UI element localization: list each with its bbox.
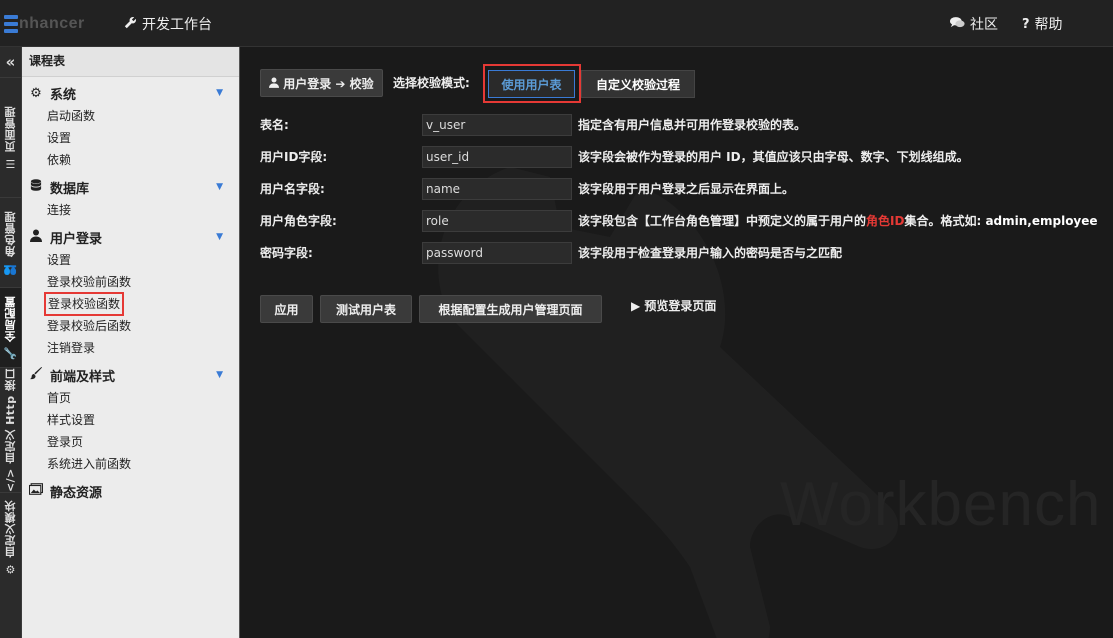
username-desc: 该字段用于用户登录之后显示在界面上。 [578, 182, 795, 196]
group-label: 用户登录 [50, 231, 103, 247]
workbench-watermark: Workbench [780, 470, 1102, 539]
generate-user-page-button[interactable]: 根据配置生成用户管理页面 [419, 295, 602, 323]
group-label: 前端及样式 [50, 369, 116, 385]
password-desc: 该字段用于检查登录用户输入的密码是否与之匹配 [578, 246, 843, 260]
sidebar-item-login-page[interactable]: 登录页 [47, 433, 83, 451]
test-user-table-button[interactable]: 测试用户表 [320, 295, 412, 323]
play-icon: ▶ [631, 299, 641, 313]
group-label: 静态资源 [50, 485, 103, 501]
collapse-sidebar-icon[interactable]: « [0, 47, 21, 77]
field-label-username: 用户名字段: [260, 182, 325, 196]
vertical-tab-strip: « ☰ 页面管理 👥 角色管理 🔧 全局配置 </> 自定义 Http 接口 ⚙… [0, 47, 22, 638]
vtab-page-management[interactable]: ☰ 页面管理 [0, 77, 21, 198]
tab-custom-validation[interactable]: 自定义校验过程 [581, 70, 695, 98]
vtab-label: 页面管理 [3, 106, 17, 153]
logo-mark-icon [4, 15, 18, 33]
wrench-icon [124, 16, 137, 33]
wrench-icon: 🔧 [3, 341, 17, 361]
sidebar-item-post-login-validation[interactable]: 登录校验后函数 [47, 317, 131, 335]
caret-down-icon: ▼ [216, 88, 223, 98]
logo-text: nhancer [19, 15, 85, 32]
community-link[interactable]: 社区 [950, 14, 998, 34]
caret-down-icon: ▼ [216, 370, 223, 380]
role-desc-pre: 该字段包含【工作台角色管理】中预定义的属于用户的 [578, 214, 867, 228]
breadcrumb-part-a: 用户登录 [283, 77, 332, 91]
brush-icon [28, 366, 44, 384]
sidebar-item-home[interactable]: 首页 [47, 389, 71, 407]
sidebar-group-user-login[interactable]: 用户登录 ▼ [28, 228, 233, 247]
field-label-role: 用户角色字段: [260, 214, 337, 228]
password-input[interactable]: password [422, 242, 572, 264]
vtab-label: 全局配置 [3, 295, 17, 342]
group-label: 数据库 [50, 181, 90, 197]
top-bar: nhancer 开发工作台 社区 ? 帮助 [0, 0, 1113, 47]
role-desc-highlight: 角色ID [866, 214, 905, 228]
cubes-icon: ⚙ [3, 557, 17, 576]
vtab-label: 角色管理 [3, 210, 17, 257]
image-icon [28, 483, 44, 499]
group-label: 系统 [50, 87, 77, 103]
app-logo[interactable]: nhancer [4, 13, 85, 35]
caret-down-icon: ▼ [216, 232, 223, 242]
sidebar-item-login-settings[interactable]: 设置 [47, 251, 71, 269]
main-content: Workbench 用户登录 ➔ 校验 选择校验模式: 使用用户表 自定义校验过… [240, 47, 1113, 638]
user-id-input[interactable]: user_id [422, 146, 572, 168]
vtab-global-config[interactable]: 🔧 全局配置 [0, 287, 21, 368]
role-desc-mid: 集合。格式如: [904, 214, 986, 228]
help-link[interactable]: ? 帮助 [1022, 14, 1063, 34]
cogs-icon: ⚙ [30, 85, 42, 101]
role-input[interactable]: role [422, 210, 572, 232]
users-icon: 👥 [3, 256, 17, 276]
arrow-right-icon: ➔ [335, 77, 346, 91]
sidebar-item-logout[interactable]: 注销登录 [47, 339, 95, 357]
preview-login-link[interactable]: ▶ 预览登录页面 [631, 295, 716, 317]
vtab-role-management[interactable]: 👥 角色管理 [0, 197, 21, 288]
table-name-input[interactable]: v_user [422, 114, 572, 136]
database-icon [28, 178, 44, 196]
community-label: 社区 [970, 17, 998, 33]
sidebar-item-pre-enter-function[interactable]: 系统进入前函数 [47, 455, 131, 473]
sidebar-item-login-validation[interactable]: 登录校验函数 [43, 292, 125, 316]
sidebar-item-dependencies[interactable]: 依赖 [47, 151, 71, 169]
help-label: 帮助 [1034, 17, 1063, 33]
user-icon [269, 77, 283, 91]
username-input[interactable]: name [422, 178, 572, 200]
breadcrumb[interactable]: 用户登录 ➔ 校验 [260, 69, 383, 97]
sidebar-item-style-settings[interactable]: 样式设置 [47, 411, 95, 429]
vtab-custom-http[interactable]: </> 自定义 Http 接口 [0, 367, 21, 493]
vtab-label: 自定义模块 [3, 500, 17, 558]
sidebar-item-connection[interactable]: 连接 [47, 201, 71, 219]
mode-label: 选择校验模式: [393, 76, 470, 90]
sidebar: 课程表 ⚙ 系统 ▼ 启动函数 设置 依赖 数据库 ▼ 连接 用户登录 ▼ 设置… [22, 47, 240, 638]
breadcrumb-part-b: 校验 [349, 77, 374, 91]
sidebar-item-startup-function[interactable]: 启动函数 [47, 107, 95, 125]
comments-icon [950, 16, 965, 33]
code-icon: </> [3, 464, 17, 493]
user-icon [28, 229, 44, 246]
field-label-table: 表名: [260, 118, 289, 132]
preview-label: 预览登录页面 [644, 299, 717, 313]
list-icon: ☰ [3, 152, 17, 170]
table-name-desc: 指定含有用户信息并可用作登录校验的表。 [578, 118, 807, 132]
sidebar-item-pre-login-validation[interactable]: 登录校验前函数 [47, 273, 131, 291]
role-desc-example: admin,employee [985, 214, 1098, 228]
tab-use-user-table[interactable]: 使用用户表 [488, 70, 575, 98]
vtab-custom-module[interactable]: ⚙ 自定义模块 [0, 492, 21, 583]
field-label-user-id: 用户ID字段: [260, 150, 328, 164]
workbench-label: 开发工作台 [142, 17, 212, 33]
caret-down-icon: ▼ [216, 182, 223, 192]
sidebar-item-system-settings[interactable]: 设置 [47, 129, 71, 147]
sidebar-group-static-resources[interactable]: 静态资源 [28, 482, 233, 501]
workbench-link[interactable]: 开发工作台 [124, 14, 212, 34]
role-desc: 该字段包含【工作台角色管理】中预定义的属于用户的角色ID集合。格式如: admi… [578, 210, 1098, 232]
sidebar-title: 课程表 [22, 47, 239, 77]
sidebar-group-database[interactable]: 数据库 ▼ [28, 178, 233, 197]
sidebar-group-frontend[interactable]: 前端及样式 ▼ [28, 366, 233, 385]
question-icon: ? [1022, 16, 1030, 32]
field-label-password: 密码字段: [260, 246, 313, 260]
sidebar-group-system[interactable]: ⚙ 系统 ▼ [28, 84, 233, 103]
vtab-label: 自定义 Http 接口 [3, 368, 17, 465]
apply-button[interactable]: 应用 [260, 295, 313, 323]
user-id-desc: 该字段会被作为登录的用户 ID，其值应该只由字母、数字、下划线组成。 [578, 150, 969, 164]
